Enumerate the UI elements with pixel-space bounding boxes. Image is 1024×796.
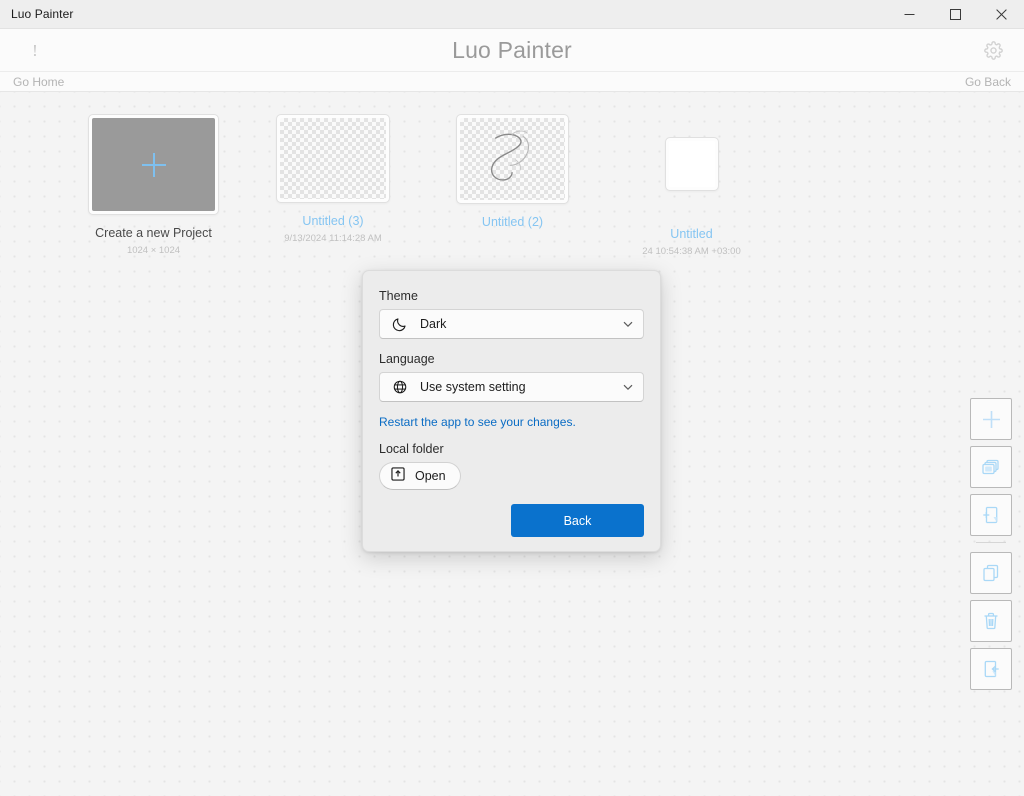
add-button[interactable] xyxy=(970,398,1012,440)
moon-icon xyxy=(391,316,409,332)
project-title: Create a new Project xyxy=(95,226,212,240)
minimize-button[interactable] xyxy=(886,0,932,29)
project-title: Untitled (2) xyxy=(481,215,544,229)
sketch-drawing-icon xyxy=(490,130,530,181)
add-page-icon xyxy=(983,506,998,524)
project-thumbnail[interactable] xyxy=(664,137,719,191)
go-back-link[interactable]: Go Back xyxy=(965,75,1011,89)
close-button[interactable] xyxy=(978,0,1024,29)
app-header: ! Luo Painter xyxy=(0,29,1024,71)
minimize-icon xyxy=(904,14,914,15)
project-title: Untitled (3) xyxy=(302,214,364,228)
go-home-link[interactable]: Go Home xyxy=(13,75,64,89)
project-card-new[interactable]: Create a new Project 1024 × 1024 xyxy=(88,114,219,256)
plus-icon xyxy=(982,410,1000,428)
project-card-untitled[interactable]: Untitled 24 10:54:38 AM +03:00 xyxy=(635,137,748,257)
project-card-untitled-3[interactable]: Untitled (3) 9/13/2024 11:14:28 AM xyxy=(276,114,390,244)
nav-strip: Go Home Go Back xyxy=(0,71,1024,92)
restart-note[interactable]: Restart the app to see your changes. xyxy=(379,415,644,429)
project-thumbnail[interactable] xyxy=(276,114,390,203)
close-icon xyxy=(995,9,1007,20)
gear-icon xyxy=(983,40,1003,60)
app-window: Luo Painter ! Luo Painter Go Home Go Bac… xyxy=(0,0,1024,796)
open-folder-icon xyxy=(390,466,406,487)
theme-value: Dark xyxy=(420,317,447,331)
tool-rail xyxy=(970,398,1012,696)
new-page-button[interactable] xyxy=(970,494,1012,536)
project-thumbnail[interactable] xyxy=(456,114,569,204)
project-subtitle: 24 10:54:38 AM +03:00 xyxy=(642,246,741,257)
language-label: Language xyxy=(379,352,435,366)
language-value: Use system setting xyxy=(420,380,526,394)
layers-icon xyxy=(982,459,999,475)
layers-button[interactable] xyxy=(970,446,1012,488)
globe-icon xyxy=(391,379,409,395)
tool-rail-divider xyxy=(976,542,1006,543)
project-thumbnail[interactable] xyxy=(88,114,219,215)
maximize-icon xyxy=(949,9,961,20)
sketch-canvas xyxy=(460,118,565,200)
page-title: Luo Painter xyxy=(452,36,572,63)
project-subtitle: 9/13/2024 11:14:28 AM xyxy=(284,233,382,244)
white-canvas xyxy=(668,141,715,187)
back-button[interactable]: Back xyxy=(511,504,644,537)
open-folder-button[interactable]: Open xyxy=(379,462,461,490)
chevron-down-icon xyxy=(623,321,633,328)
language-select[interactable]: Use system setting xyxy=(379,372,644,402)
transparent-canvas xyxy=(280,118,386,199)
copy-icon xyxy=(983,564,999,582)
title-bar: Luo Painter xyxy=(0,0,1024,29)
chevron-down-icon xyxy=(623,384,633,391)
open-folder-label: Open xyxy=(415,469,446,483)
plus-icon xyxy=(141,152,166,177)
delete-button[interactable] xyxy=(970,600,1012,642)
import-button[interactable] xyxy=(970,648,1012,690)
project-title: Untitled xyxy=(670,227,713,241)
theme-select[interactable]: Dark xyxy=(379,309,644,339)
project-card-untitled-2[interactable]: Untitled (2) xyxy=(456,114,569,234)
window-controls xyxy=(886,0,1024,29)
maximize-button[interactable] xyxy=(932,0,978,29)
import-icon xyxy=(984,660,999,678)
theme-label: Theme xyxy=(379,289,418,303)
duplicate-button[interactable] xyxy=(970,552,1012,594)
window-title: Luo Painter xyxy=(11,7,74,21)
settings-dialog: Theme Dark Language Use system setting R… xyxy=(362,270,661,552)
project-subtitle: 1024 × 1024 xyxy=(126,245,181,256)
trash-icon xyxy=(984,612,998,630)
new-project-placeholder xyxy=(92,118,215,211)
local-folder-label: Local folder xyxy=(379,442,444,456)
settings-button[interactable] xyxy=(979,36,1007,64)
